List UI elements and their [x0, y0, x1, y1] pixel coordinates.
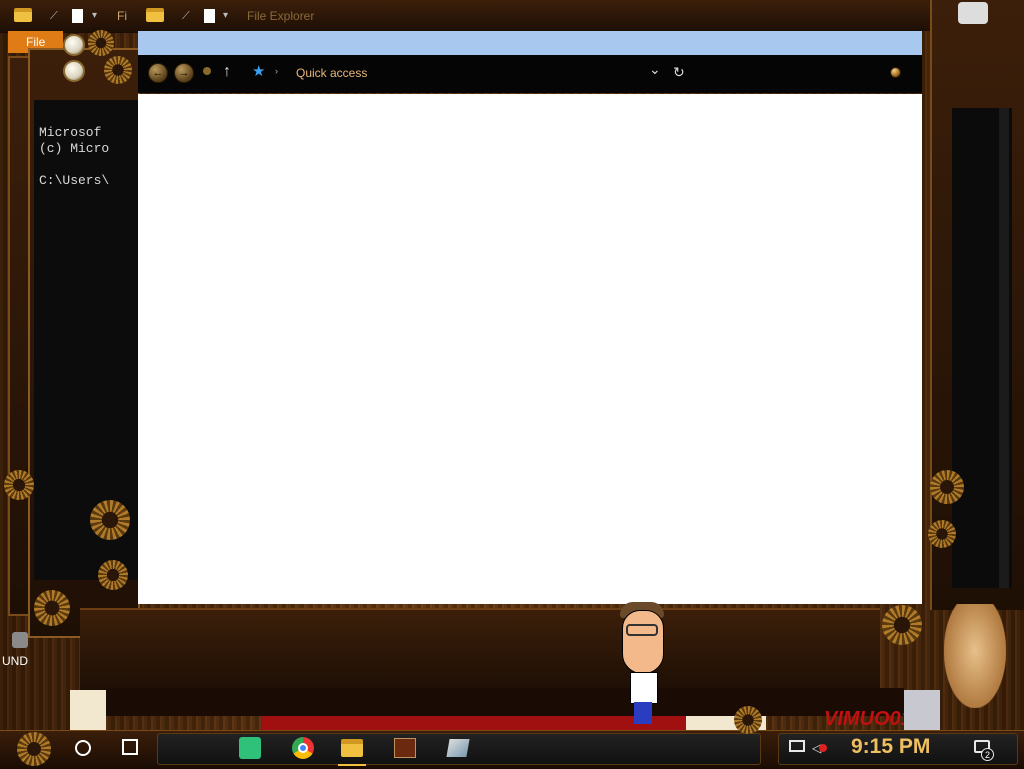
gear-icon: [90, 500, 130, 540]
character-glasses: [626, 624, 658, 636]
chrome-glyph: [292, 737, 314, 759]
up-button[interactable]: ↑: [223, 63, 231, 81]
console-text: Microsof (c) Micro C:\Users\: [39, 109, 109, 205]
chevron-down-icon[interactable]: ▾: [223, 10, 228, 21]
hamster-image: [944, 604, 1006, 708]
desktop-icon[interactable]: [12, 632, 28, 648]
wallpaper-fragment: [70, 690, 106, 730]
desktop-icon-label: UND: [2, 654, 28, 668]
robot-icon: [958, 2, 988, 24]
gear-icon: [34, 590, 70, 626]
network-icon[interactable]: [789, 740, 805, 752]
notepad-icon[interactable]: [446, 736, 470, 760]
search-icon[interactable]: [891, 68, 900, 77]
address-text[interactable]: Quick access: [296, 66, 367, 80]
chrome-icon[interactable]: [291, 736, 315, 760]
character-pants: [634, 702, 652, 724]
lower-window-stack: [80, 608, 880, 690]
gear-icon: [88, 30, 114, 56]
chevron-down-icon[interactable]: ▾: [92, 10, 97, 21]
recent-locations-icon[interactable]: [203, 67, 211, 75]
wallpaper-fragment: [904, 690, 940, 730]
game-icon[interactable]: [393, 736, 417, 760]
arrow-left-icon: ←: [152, 67, 164, 79]
folder-icon[interactable]: [14, 8, 32, 22]
game-glyph: [394, 738, 416, 758]
task-view-button[interactable]: [122, 739, 138, 755]
quick-access-pin-icon[interactable]: ⟋: [50, 10, 58, 23]
gear-icon: [104, 56, 132, 84]
gear-icon: [4, 470, 34, 500]
notepad-glyph: [446, 739, 470, 757]
console-line-3: [39, 157, 109, 173]
wallpaper-text: VIMUO01: [824, 708, 912, 730]
gear-icon: [930, 470, 964, 504]
forward-button[interactable]: →: [174, 63, 194, 83]
address-dropdown-chevron-icon[interactable]: ⌄: [649, 61, 661, 78]
explorer-title: File Explorer: [247, 9, 315, 23]
muted-x-glyph: [819, 744, 828, 752]
gear-icon: [734, 706, 762, 734]
explorer-ribbon-bar: [138, 31, 922, 55]
file-tab-label: File: [26, 35, 46, 49]
scrollbar[interactable]: [999, 108, 1009, 588]
document-icon[interactable]: [204, 9, 215, 23]
clock[interactable]: 9:15 PM: [851, 735, 930, 759]
gear-icon: [98, 560, 128, 590]
cortana-button[interactable]: [75, 740, 91, 756]
file-explorer-active-indicator: [338, 764, 366, 766]
lower-window-stack-shadow: [104, 688, 904, 716]
start-button[interactable]: [12, 730, 56, 768]
quick-access-pin-icon[interactable]: ⟋: [182, 10, 190, 23]
explorer-content-pane[interactable]: [138, 94, 922, 604]
character-head: [622, 610, 664, 674]
console-line-2: (c) Micro: [39, 141, 110, 156]
quick-access-star-icon: ★: [252, 63, 266, 80]
arrow-right-icon: →: [178, 67, 190, 79]
back-button[interactable]: ←: [148, 63, 168, 83]
back-window-title: Fi: [117, 9, 127, 23]
gear-icon: [928, 520, 956, 548]
notification-count: 2: [984, 749, 990, 760]
folder-icon[interactable]: [146, 8, 164, 22]
cartoon-character[interactable]: [616, 602, 668, 726]
file-explorer-glyph: [341, 739, 363, 757]
breadcrumb-separator-icon: ›: [275, 66, 278, 76]
document-icon[interactable]: [72, 9, 83, 23]
gear-icon: [882, 605, 922, 645]
gauge-icon: [63, 60, 85, 82]
volume-muted-icon[interactable]: ◁: [812, 739, 828, 756]
file-explorer-icon[interactable]: [340, 736, 364, 760]
console-line-4: C:\Users\: [39, 173, 110, 188]
start-gear-icon: [17, 732, 51, 766]
sticky-notes-icon[interactable]: [238, 736, 262, 760]
gauge-icon: [63, 34, 85, 56]
sticky-notes-glyph: [239, 737, 261, 759]
console-line-1: Microsof: [39, 125, 102, 140]
character-shirt: [630, 672, 658, 704]
notification-count-badge: 2: [981, 748, 994, 761]
refresh-button[interactable]: ↻: [673, 64, 685, 81]
search-box[interactable]: [700, 60, 910, 86]
